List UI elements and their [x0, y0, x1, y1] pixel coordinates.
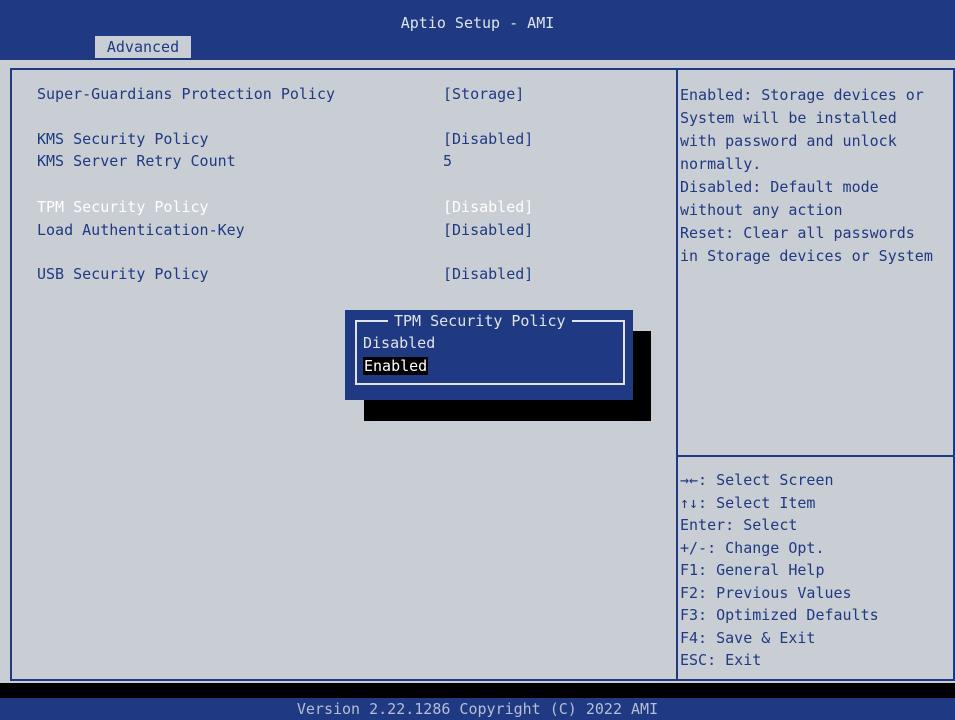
- setting-value[interactable]: [Disabled]: [443, 130, 533, 148]
- vertical-divider: [676, 70, 678, 679]
- popup-option-enabled[interactable]: Enabled: [363, 357, 429, 375]
- setting-value[interactable]: [Disabled]: [443, 198, 533, 216]
- setting-value[interactable]: [Storage]: [443, 85, 524, 103]
- setting-label: USB Security Policy: [37, 265, 209, 283]
- help-text: Enabled: Storage devices or System will …: [680, 86, 933, 265]
- help-divider: [678, 455, 953, 457]
- key-help: →←: Select Screen ↑↓: Select Item Enter:…: [680, 471, 879, 669]
- setup-title: Aptio Setup - AMI: [400, 14, 555, 32]
- tab-advanced[interactable]: Advanced: [95, 36, 191, 58]
- setting-label: KMS Server Retry Count: [37, 152, 236, 170]
- setting-label: TPM Security Policy: [37, 198, 209, 216]
- setting-value[interactable]: 5: [443, 152, 452, 170]
- popup-option-disabled[interactable]: Disabled: [363, 334, 435, 352]
- setting-value[interactable]: [Disabled]: [443, 265, 533, 283]
- version-footer: Version 2.22.1286 Copyright (C) 2022 AMI: [0, 698, 955, 720]
- setting-label: Load Authentication-Key: [37, 221, 245, 239]
- setting-label: Super-Guardians Protection Policy: [37, 85, 336, 103]
- setting-value[interactable]: [Disabled]: [443, 221, 533, 239]
- popup-title: TPM Security Policy: [388, 312, 572, 330]
- setting-label: KMS Security Policy: [37, 130, 209, 148]
